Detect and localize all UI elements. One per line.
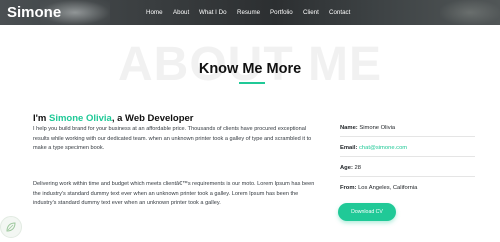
title-underline xyxy=(239,82,265,84)
info-name-label: Name: xyxy=(340,125,358,131)
about-paragraph-2: Delivering work within time and budget w… xyxy=(33,181,315,206)
nav-item-client[interactable]: Client xyxy=(303,9,319,16)
nav-item-contact[interactable]: Contact xyxy=(329,9,350,16)
nav-item-resume[interactable]: Resume xyxy=(237,9,260,16)
brand-logo[interactable]: Simone xyxy=(7,4,61,21)
nav-item-about[interactable]: About xyxy=(173,9,189,16)
info-age: Age: 28 xyxy=(340,165,475,171)
leaf-icon xyxy=(6,222,16,232)
corner-badge[interactable] xyxy=(0,216,22,238)
intro-suffix: , a Web Developer xyxy=(111,113,194,124)
info-from: From: Los Angeles, California xyxy=(340,185,475,191)
nav-item-what-i-do[interactable]: What I Do xyxy=(199,9,227,16)
info-name: Name: Simone Olivia xyxy=(340,125,475,131)
info-email-label: Email: xyxy=(340,145,358,151)
download-cv-button[interactable]: Download CV xyxy=(338,203,396,221)
nav-item-home[interactable]: Home xyxy=(146,9,163,16)
info-from-value: Los Angeles, California xyxy=(358,185,418,191)
intro-prefix: I'm xyxy=(33,113,49,124)
info-age-value: 28 xyxy=(354,165,361,171)
info-age-label: Age: xyxy=(340,165,353,171)
info-divider xyxy=(340,156,475,157)
info-name-value: Simone Olivia xyxy=(359,125,396,131)
info-email-link[interactable]: chat@simone.com xyxy=(359,145,407,151)
intro-heading: I'm Simone Olivia, a Web Developer xyxy=(33,113,194,124)
nav-item-portfolio[interactable]: Portfolio xyxy=(270,9,293,16)
info-divider xyxy=(340,176,475,177)
intro-name: Simone Olivia xyxy=(49,113,112,124)
section-title: Know Me More xyxy=(198,61,302,77)
info-from-label: From: xyxy=(340,185,357,191)
info-email: Email: chat@simone.com xyxy=(340,145,475,151)
about-paragraph-1: I help you build brand for your business… xyxy=(33,126,312,151)
top-navbar: Simone Home About What I Do Resume Portf… xyxy=(0,0,500,25)
info-divider xyxy=(340,136,475,137)
header-photo-highlight-right xyxy=(440,0,500,25)
